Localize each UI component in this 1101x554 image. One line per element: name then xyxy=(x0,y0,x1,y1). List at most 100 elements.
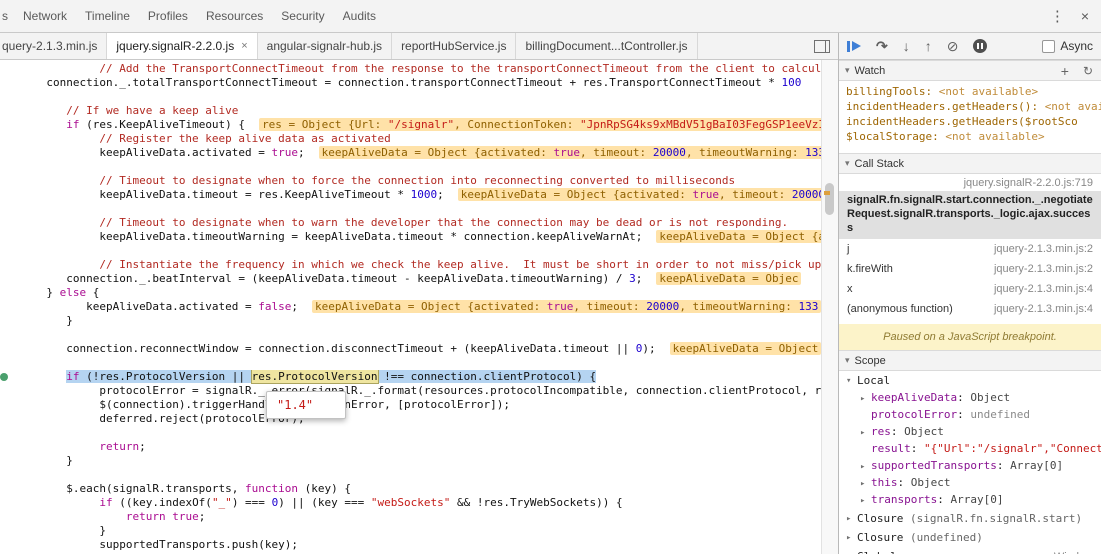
code-editor[interactable]: // Add the TransportConnectTimeout from … xyxy=(0,60,821,554)
code-line[interactable]: if (res.KeepAliveTimeout) {res = Object … xyxy=(0,118,821,132)
code-line[interactable] xyxy=(0,468,821,482)
code-line[interactable]: keepAliveData.activated = true; keepAlive… xyxy=(0,146,821,160)
call-stack-frame[interactable]: j jquery-2.1.3.min.js:2 xyxy=(839,239,1101,259)
overflow-menu-icon[interactable]: ⋮ xyxy=(1050,9,1065,24)
code-line[interactable]: // Add the TransportConnectTimeout from … xyxy=(0,62,821,76)
panel-tab-security[interactable]: Security xyxy=(272,0,333,32)
code-line[interactable]: keepAliveData.timeoutWarning = keepAlive… xyxy=(0,230,821,244)
toggle-drawer-icon[interactable] xyxy=(814,39,830,53)
refresh-watch-icon[interactable]: ↻ xyxy=(1083,65,1093,77)
step-over-button[interactable]: ↷ xyxy=(876,39,888,53)
file-tab[interactable]: reportHubService.js xyxy=(392,33,517,59)
call-stack-frame-selected[interactable]: jquery.signalR-2.2.0.js:719 signalR.fn.si… xyxy=(839,174,1101,239)
scope-section-header[interactable]: ▾ Scope xyxy=(839,350,1101,371)
code-line[interactable]: } xyxy=(0,314,821,328)
scope-property[interactable]: ▸ supportedTransports: Array[0] xyxy=(839,458,1101,475)
close-tab-icon[interactable]: × xyxy=(241,40,247,52)
code-line[interactable] xyxy=(0,356,821,370)
call-stack-frame[interactable]: k.fireWith jquery-2.1.3.min.js:2 xyxy=(839,259,1101,279)
scope-property[interactable]: result: "{"Url":"/signalr","Connect xyxy=(839,441,1101,458)
expand-icon[interactable]: ▸ xyxy=(860,460,871,474)
collapse-icon: ▾ xyxy=(845,158,850,168)
step-into-button[interactable]: ↓ xyxy=(903,39,910,53)
watch-expression[interactable]: incidentHeaders.getHeaders($rootSco xyxy=(839,114,1101,129)
scope-property[interactable]: ▸ keepAliveData: Object xyxy=(839,390,1101,407)
call-stack-frame[interactable]: (anonymous function) jquery-2.1.3.min.js:… xyxy=(839,299,1101,319)
scope-property[interactable]: ▸ res: Object xyxy=(839,424,1101,441)
pause-on-exceptions-button[interactable] xyxy=(973,39,988,53)
code-line[interactable] xyxy=(0,160,821,174)
call-stack-section-header[interactable]: ▾ Call Stack xyxy=(839,153,1101,174)
code-line[interactable]: protocolError = signalR._.error(signalR.… xyxy=(0,384,821,398)
deactivate-breakpoints-button[interactable]: ⊘ xyxy=(947,39,959,53)
hovered-expression[interactable]: res.ProtocolVersion xyxy=(250,370,379,384)
file-tab[interactable]: jquery.signalR-2.2.0.js × xyxy=(107,33,258,59)
watch-expression[interactable]: billingTools: <not available> xyxy=(839,84,1101,99)
expand-icon[interactable]: ▸ xyxy=(860,494,871,508)
scope-section-closure[interactable]: ▸ Closure (undefined) xyxy=(839,528,1101,547)
code-line[interactable]: } xyxy=(0,454,821,468)
code-line[interactable]: connection.reconnectWindow = connection.… xyxy=(0,342,821,356)
code-line[interactable]: connection._.beatInterval = (keepAliveDa… xyxy=(0,272,821,286)
scope-property[interactable]: ▸ this: Object xyxy=(839,475,1101,492)
code-line[interactable]: // If we have a keep alive xyxy=(0,104,821,118)
frame-function-name: j xyxy=(847,243,850,255)
code-line[interactable]: return; xyxy=(0,440,821,454)
collapse-icon[interactable]: ▾ xyxy=(846,376,857,386)
code-line[interactable]: // Timeout to designate when to warn the… xyxy=(0,216,821,230)
watch-expression[interactable]: $localStorage: <not available> xyxy=(839,129,1101,144)
code-line[interactable]: deferred.reject(protocolError); xyxy=(0,412,821,426)
expand-icon[interactable]: ▸ xyxy=(860,426,871,440)
code-line[interactable] xyxy=(0,328,821,342)
closure-name: (signalR.fn.signalR.start) xyxy=(903,512,1083,525)
code-line[interactable]: // Instantiate the frequency in which we… xyxy=(0,258,821,272)
code-line[interactable]: supportedTransports.push(key); xyxy=(0,538,821,552)
panel-tab-resources[interactable]: Resources xyxy=(197,0,272,32)
expand-icon[interactable]: ▸ xyxy=(860,477,871,491)
code-line[interactable]: connection._.totalTransportConnectTimeou… xyxy=(0,76,821,90)
code-line[interactable] xyxy=(0,244,821,258)
watch-section-header[interactable]: ▾ Watch + ↻ xyxy=(839,60,1101,81)
code-line[interactable] xyxy=(0,90,821,104)
code-line[interactable]: keepAliveData.timeout = res.KeepAliveTim… xyxy=(0,188,821,202)
code-line[interactable] xyxy=(0,426,821,440)
resume-button[interactable] xyxy=(847,40,861,52)
code-line[interactable] xyxy=(0,202,821,216)
code-line[interactable]: if (!res.ProtocolVersion || res.Protocol… xyxy=(0,370,821,384)
async-checkbox[interactable] xyxy=(1042,39,1056,53)
scope-section-local[interactable]: ▾ Local xyxy=(839,371,1101,390)
close-devtools-icon[interactable]: × xyxy=(1081,9,1089,23)
panel-tab-audits[interactable]: Audits xyxy=(334,0,385,32)
code-line[interactable]: $.each(signalR.transports, function (key… xyxy=(0,482,821,496)
scope-section-closure[interactable]: ▸ Closure (signalR.fn.signalR.start) xyxy=(839,509,1101,528)
scrollbar-thumb[interactable] xyxy=(825,183,834,215)
expand-icon[interactable]: ▸ xyxy=(846,533,857,543)
add-watch-icon[interactable]: + xyxy=(1061,64,1069,78)
code-line[interactable]: keepAliveData.activated = false; keepAliv… xyxy=(0,300,821,314)
code-line[interactable]: if ((key.indexOf("_") === 0) || (key ===… xyxy=(0,496,821,510)
code-line[interactable]: return true; xyxy=(0,510,821,524)
code-line[interactable]: } else { xyxy=(0,286,821,300)
expand-icon[interactable]: ▸ xyxy=(846,514,857,524)
expand-icon[interactable]: ▸ xyxy=(860,392,871,406)
panel-tab-s[interactable]: s xyxy=(0,0,14,32)
code-line[interactable]: $(connection).triggerHandler(events.onEr… xyxy=(0,398,821,412)
file-tab[interactable]: angular-signalr-hub.js xyxy=(258,33,393,59)
panel-tab-profiles[interactable]: Profiles xyxy=(139,0,197,32)
watch-expression[interactable]: incidentHeaders.getHeaders(): <not avail… xyxy=(839,99,1101,114)
call-stack-frame[interactable]: x jquery-2.1.3.min.js:4 xyxy=(839,279,1101,299)
code-line[interactable]: } xyxy=(0,524,821,538)
code-line[interactable]: // Timeout to designate when to force th… xyxy=(0,174,821,188)
frame-function-name: x xyxy=(847,283,853,295)
step-out-button[interactable]: ↑ xyxy=(925,39,932,53)
panel-tab-network[interactable]: Network xyxy=(14,0,76,32)
file-tab[interactable]: query-2.1.3.min.js xyxy=(0,33,108,59)
scope-property[interactable]: ▸ transports: Array[0] xyxy=(839,492,1101,509)
scope-section-global[interactable]: ▸GlobalWindow xyxy=(839,547,1101,554)
editor-scrollbar[interactable] xyxy=(821,60,838,554)
file-tab[interactable]: billingDocument...tController.js xyxy=(516,33,698,59)
panel-tab-timeline[interactable]: Timeline xyxy=(76,0,139,32)
frame-function-name: k.fireWith xyxy=(847,263,893,275)
code-line[interactable]: // Register the keep alive data as activ… xyxy=(0,132,821,146)
scope-property[interactable]: protocolError: undefined xyxy=(839,407,1101,424)
